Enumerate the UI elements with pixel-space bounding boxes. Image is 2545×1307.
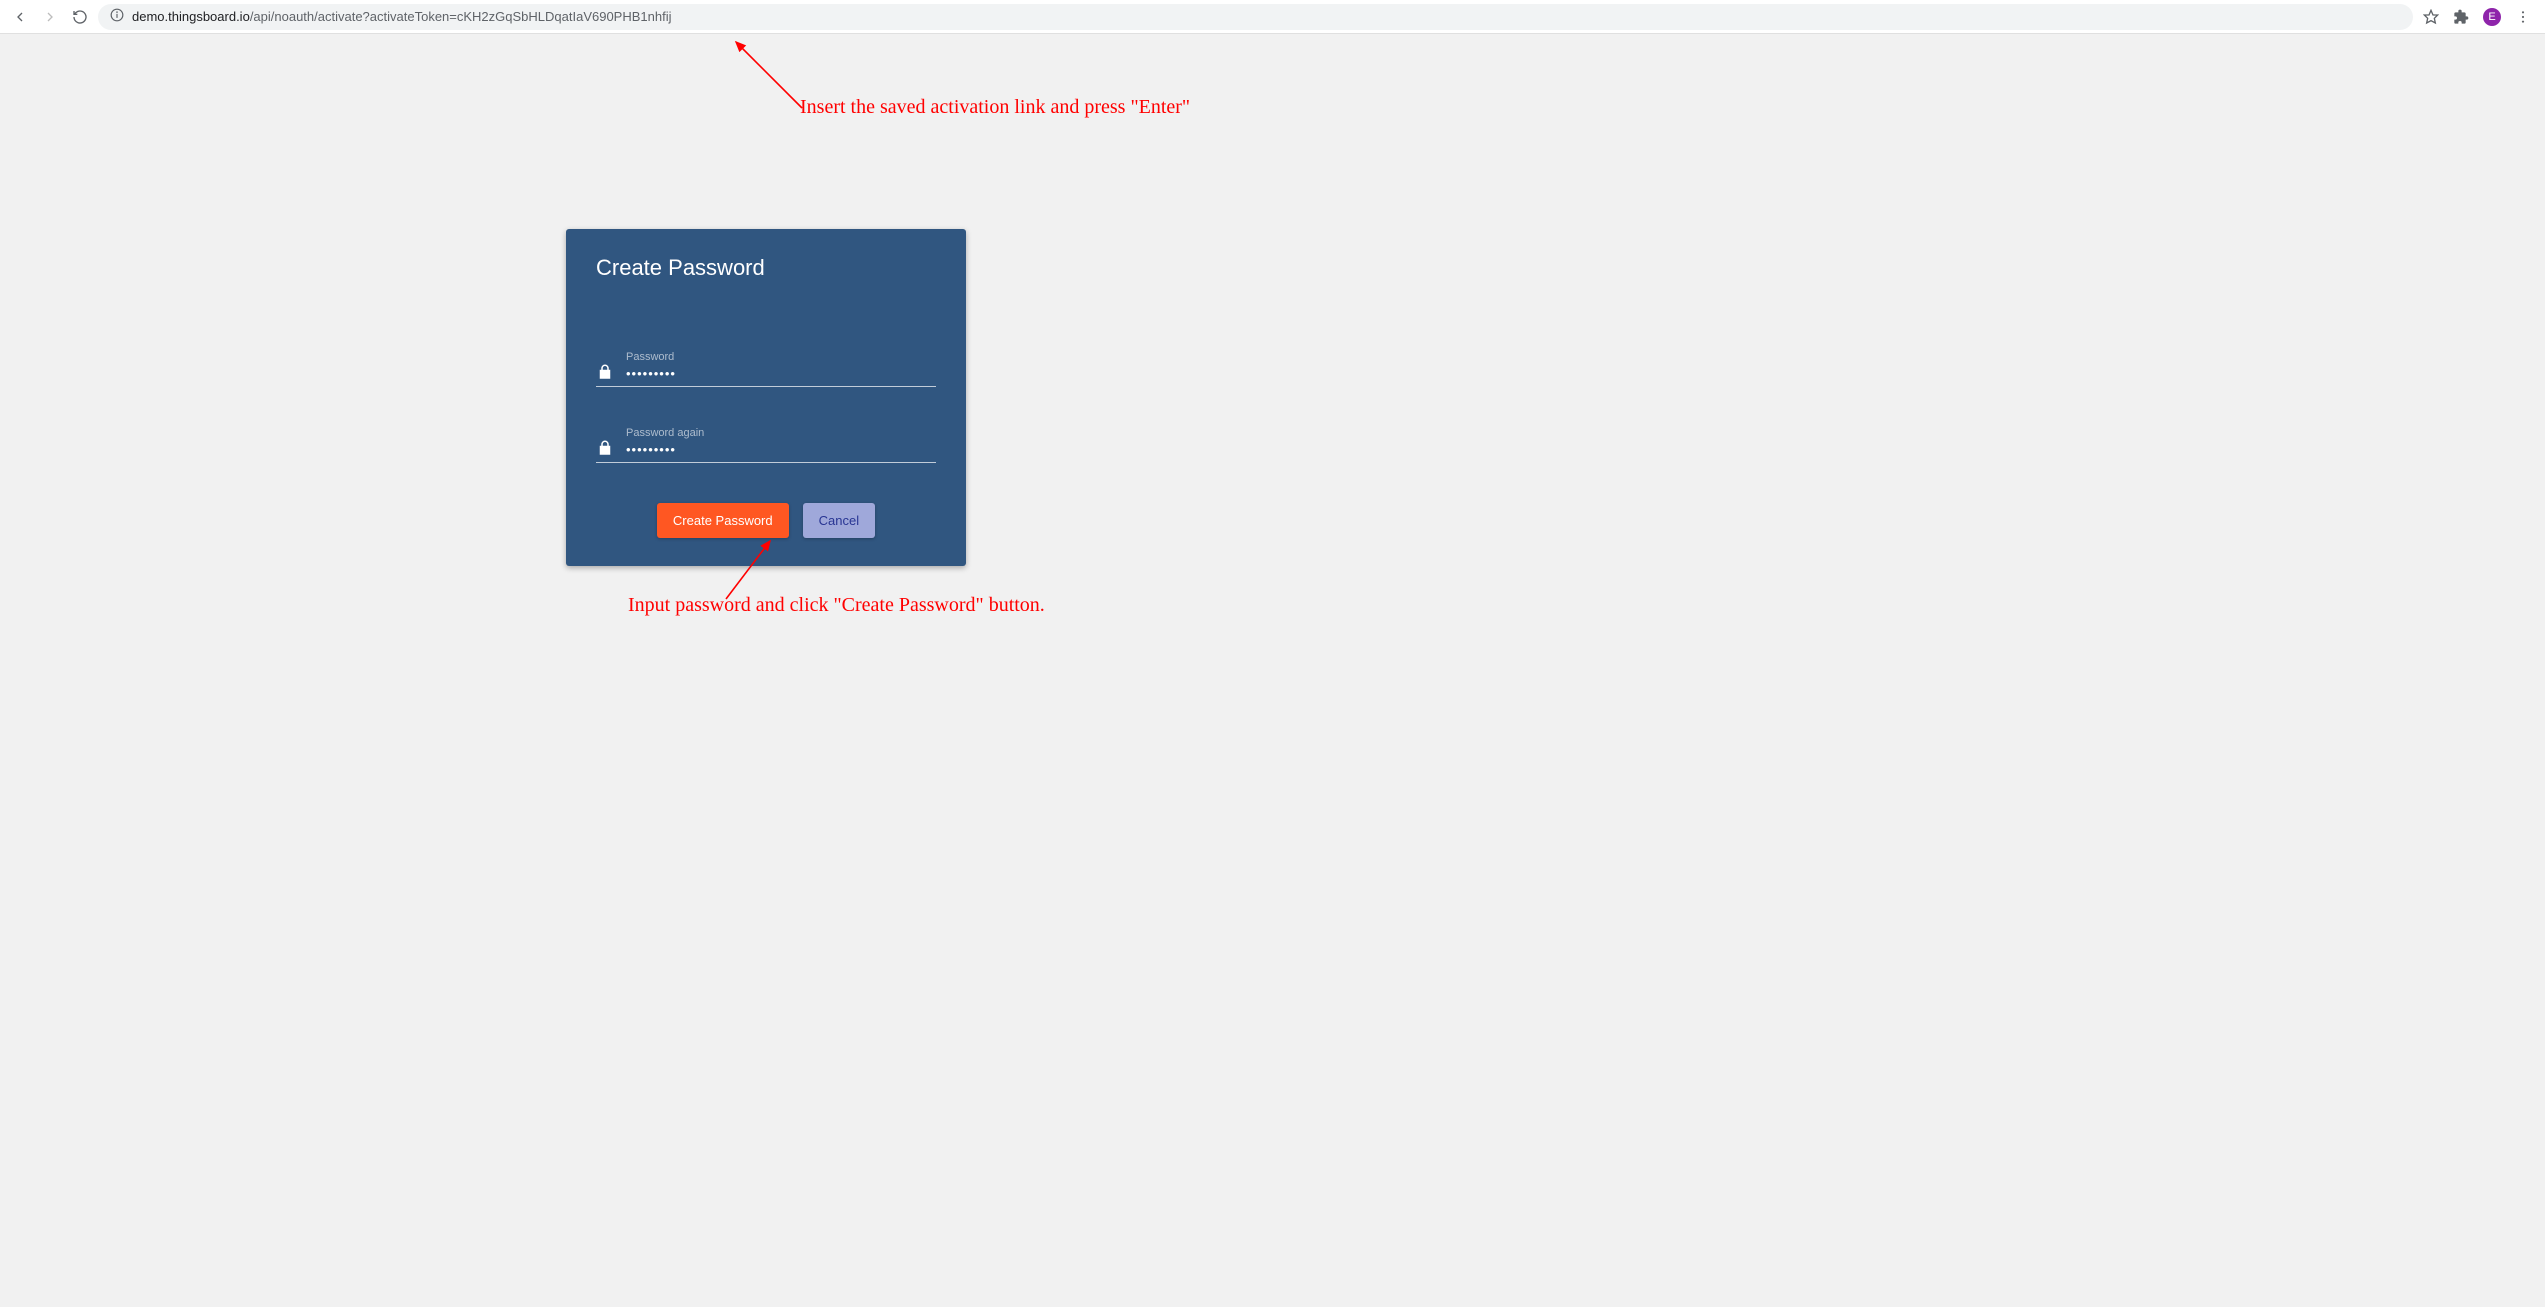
back-icon[interactable] (12, 9, 28, 25)
card-actions: Create Password Cancel (596, 503, 936, 538)
create-password-button[interactable]: Create Password (657, 503, 789, 538)
browser-toolbar: demo.thingsboard.io/api/noauth/activate?… (0, 0, 2545, 34)
password-input[interactable] (626, 366, 936, 381)
page-content: Insert the saved activation link and pre… (0, 34, 2545, 1307)
extensions-icon[interactable] (2453, 9, 2469, 25)
password-again-field: Password again (596, 427, 936, 463)
annotation-top: Insert the saved activation link and pre… (800, 96, 1190, 119)
nav-icons (12, 9, 88, 25)
toolbar-right: E (2423, 8, 2531, 26)
cancel-button[interactable]: Cancel (803, 503, 875, 538)
address-bar[interactable]: demo.thingsboard.io/api/noauth/activate?… (98, 4, 2413, 30)
lock-icon (596, 439, 614, 457)
url-path: /api/noauth/activate?activateToken=cKH2z… (250, 9, 672, 24)
url-host: demo.thingsboard.io (132, 9, 250, 24)
lock-icon (596, 363, 614, 381)
annotation-bottom: Input password and click "Create Passwor… (628, 594, 1045, 617)
password-field: Password (596, 351, 936, 387)
reload-icon[interactable] (72, 9, 88, 25)
annotation-arrow-top (730, 36, 810, 116)
bookmark-star-icon[interactable] (2423, 9, 2439, 25)
password-again-input[interactable] (626, 442, 936, 457)
site-info-icon[interactable] (110, 8, 124, 25)
profile-avatar[interactable]: E (2483, 8, 2501, 26)
password-label: Password (626, 351, 936, 363)
create-password-card: Create Password Password Password again … (566, 229, 966, 566)
card-title: Create Password (596, 255, 936, 281)
menu-icon[interactable] (2515, 9, 2531, 25)
password-again-label: Password again (626, 427, 936, 439)
forward-icon[interactable] (42, 9, 58, 25)
